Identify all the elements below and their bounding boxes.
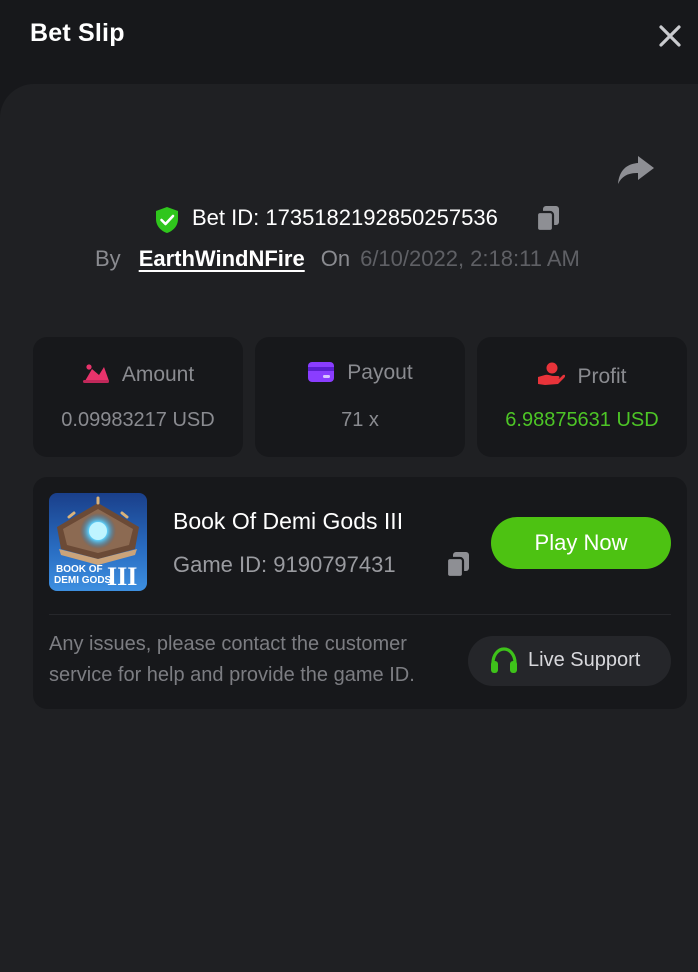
verified-shield-icon	[156, 207, 178, 233]
by-label: By	[95, 246, 121, 271]
live-support-label: Live Support	[528, 649, 641, 671]
play-now-button[interactable]: Play Now	[491, 517, 671, 569]
support-notice: Any issues, please contact the customer …	[49, 633, 415, 686]
close-button[interactable]	[654, 20, 686, 52]
bet-datetime: 6/10/2022, 2:18:11 AM	[360, 246, 580, 271]
bet-id: Bet ID: 1735182192850257536	[192, 205, 498, 230]
profit-card: Profit 6.98875631 USD	[477, 337, 687, 457]
divider	[49, 614, 671, 615]
amount-icon	[82, 364, 109, 383]
copy-game-id-button[interactable]	[445, 551, 471, 579]
bet-slip-screen: Bet Slip Bet ID: 1735182192850257536 By E…	[0, 0, 698, 972]
payout-value: 71 x	[341, 409, 379, 431]
payout-card-icon	[308, 362, 335, 382]
bet-id-row: Bet ID: 1735182192850257536	[0, 202, 698, 236]
thumb-title-line2: DEMI GODS	[54, 575, 112, 586]
bet-byline: By EarthWindNFire On 6/10/2022, 2:18:11 AM	[95, 246, 580, 278]
copy-icon	[445, 552, 469, 579]
live-support-button[interactable]: Live Support	[468, 636, 671, 686]
game-thumbnail[interactable]: BOOK OF DEMI GODS III	[49, 493, 147, 591]
on-label: On	[320, 246, 351, 271]
copy-icon	[535, 206, 559, 233]
close-icon	[659, 25, 681, 47]
copy-bet-id-button[interactable]	[535, 205, 561, 233]
game-card: BOOK OF DEMI GODS III Book Of Demi Gods …	[33, 477, 687, 709]
payout-label: Payout	[347, 361, 413, 384]
game-id: Game ID: 9190797431	[173, 552, 396, 577]
page-title: Bet Slip	[30, 19, 125, 47]
share-icon	[618, 156, 654, 184]
profit-hand-icon	[538, 362, 566, 385]
amount-label: Amount	[121, 363, 195, 386]
thumb-numeral: III	[107, 562, 137, 591]
share-button[interactable]	[616, 152, 656, 188]
amount-card: Amount 0.09983217 USD	[33, 337, 243, 457]
headset-icon	[491, 647, 517, 673]
top-bar: Bet Slip	[0, 0, 698, 84]
thumb-title-line1: BOOK OF	[56, 564, 103, 575]
amount-value: 0.09983217 USD	[61, 409, 215, 431]
profit-value: 6.98875631 USD	[505, 409, 659, 431]
payout-card: Payout 71 x	[255, 337, 465, 457]
username-link[interactable]: EarthWindNFire	[139, 246, 305, 271]
game-name: Book Of Demi Gods III	[173, 508, 404, 534]
profit-label: Profit	[577, 365, 627, 388]
